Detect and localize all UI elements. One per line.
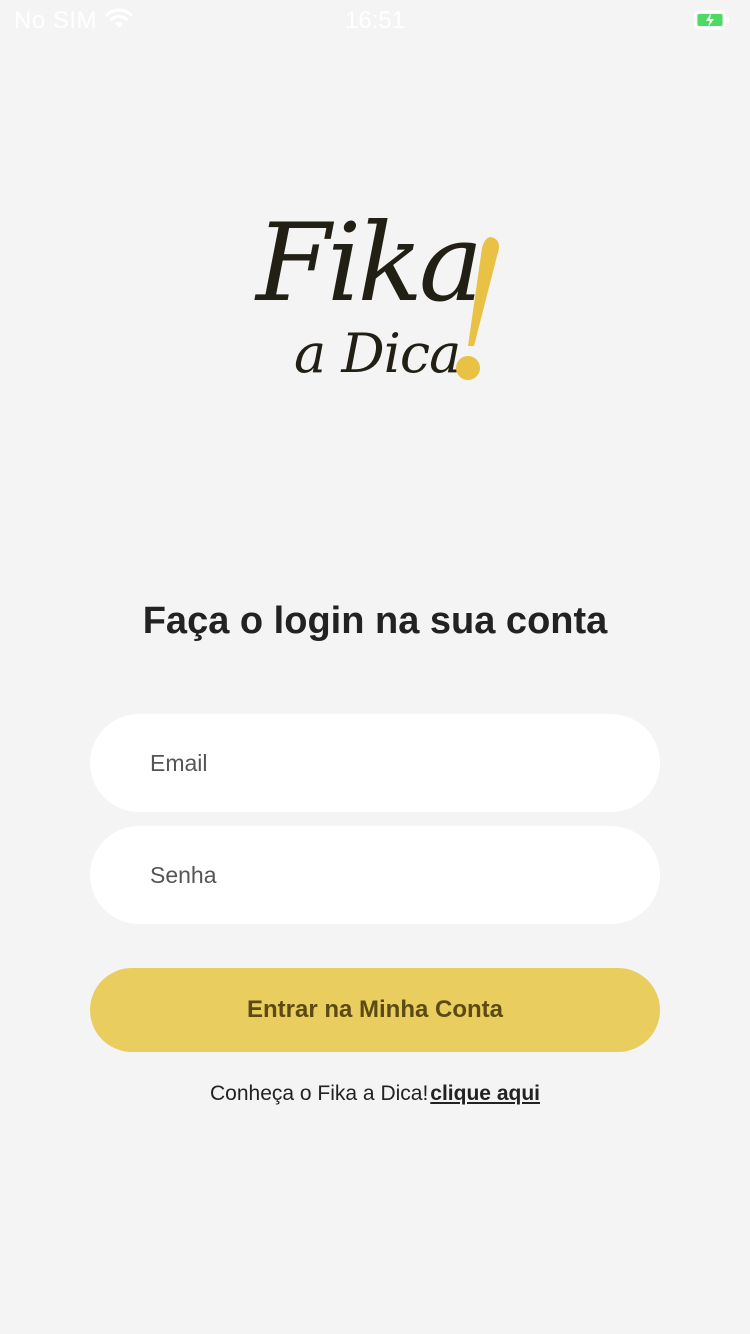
heading-prefix: Faça o — [142, 600, 274, 642]
heading-emphasis: login — [273, 600, 365, 642]
exclamation-mark-icon — [456, 237, 499, 380]
password-field[interactable] — [90, 826, 660, 924]
footer-line: Conheça o Fika a Dica!clique aqui — [0, 1082, 750, 1106]
battery-charging-icon — [694, 10, 729, 30]
learn-more-link[interactable]: clique aqui — [430, 1082, 540, 1105]
login-heading: Faça o login na sua conta — [0, 600, 750, 643]
login-button[interactable]: Entrar na Minha Conta — [90, 968, 660, 1052]
footer-text: Conheça o Fika a Dica! — [210, 1082, 429, 1105]
logo-wordmark-a-dica: a Dica — [294, 322, 461, 385]
email-field[interactable] — [90, 714, 660, 812]
status-bar: No SIM 16:51 — [0, 0, 750, 40]
fika-a-dica-logo: Fika a Dica — [250, 210, 510, 390]
heading-suffix: na sua conta — [364, 600, 608, 642]
login-screen: No SIM 16:51 Fika a Dica Faça o login na… — [0, 0, 750, 1334]
clock: 16:51 — [344, 7, 406, 34]
